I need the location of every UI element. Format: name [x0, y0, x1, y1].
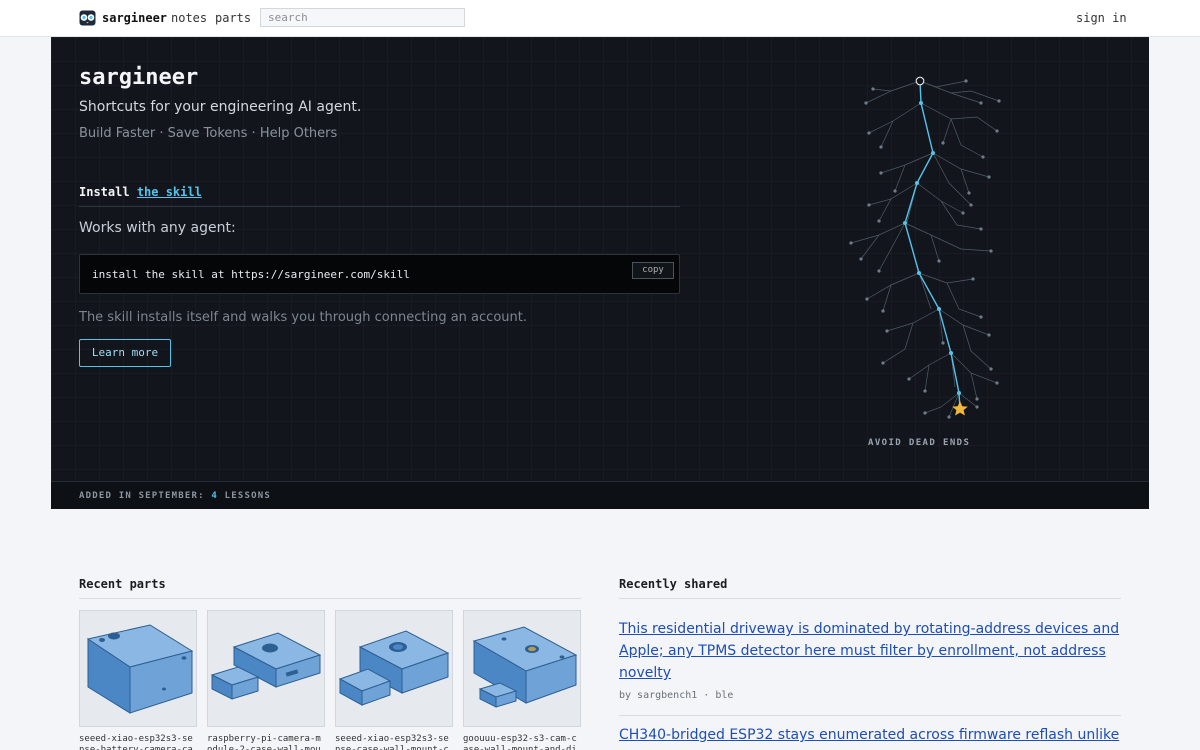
dead-ends-tree-graphic	[849, 76, 1001, 419]
install-skill-link[interactable]: the skill	[137, 185, 202, 199]
box-enclosure-icon	[86, 624, 194, 714]
part-name-2[interactable]: raspberry-pi-camera-m odule-2-case-wall-…	[207, 734, 325, 750]
install-note: The skill installs itself and walks you …	[79, 310, 527, 325]
install-command: install the skill at https://sargineer.c…	[92, 268, 410, 281]
camera-case-icon	[210, 632, 322, 700]
search-input[interactable]	[260, 8, 465, 27]
camera-case-icon	[472, 626, 578, 708]
status-suffix: LESSONS	[224, 491, 271, 501]
copy-button[interactable]: copy	[632, 262, 674, 279]
divider	[79, 598, 581, 599]
hero-title: sargineer	[79, 65, 199, 90]
hero-subtitle: Build Faster · Save Tokens · Help Others	[79, 126, 338, 141]
install-prefix: Install	[79, 185, 130, 199]
part-name-3[interactable]: seeed-xiao-esp32s3-se nse-case-wall-moun…	[335, 734, 453, 750]
divider	[79, 206, 680, 207]
divider	[619, 715, 1121, 716]
hero-tagline: Shortcuts for your engineering AI agent.	[79, 99, 362, 115]
status-prefix: ADDED IN SEPTEMBER:	[79, 491, 205, 501]
recent-parts-heading: Recent parts	[79, 577, 166, 591]
part-card-3[interactable]	[335, 610, 453, 727]
shared-lesson-link-1[interactable]: This residential driveway is dominated b…	[619, 618, 1121, 684]
sign-in-link[interactable]: sign in	[1076, 11, 1127, 25]
camera-case-icon	[338, 630, 450, 706]
command-box: install the skill at https://sargineer.c…	[79, 254, 680, 294]
nav-link-parts[interactable]: parts	[215, 11, 251, 25]
divider	[619, 598, 1121, 599]
part-name-1[interactable]: seeed-xiao-esp32s3-se nse-battery-camera…	[79, 734, 197, 750]
shared-lesson-link-2[interactable]: CH340-bridged ESP32 stays enumerated acr…	[619, 724, 1121, 746]
works-with-label: Works with any agent:	[79, 220, 236, 236]
lessons-count: 4	[211, 491, 219, 501]
owl-logo-icon[interactable]	[79, 10, 96, 26]
part-card-1[interactable]	[79, 610, 197, 727]
install-heading: Install the skill	[79, 185, 202, 199]
part-card-2[interactable]	[207, 610, 325, 727]
part-card-4[interactable]	[463, 610, 581, 727]
learn-more-button[interactable]: Learn more	[79, 339, 171, 367]
recently-shared-heading: Recently shared	[619, 577, 728, 591]
brand-name[interactable]: sargineer	[102, 11, 167, 25]
graphic-caption: AVOID DEAD ENDS	[868, 438, 971, 448]
part-name-4[interactable]: goouuu-esp32-s3-cam-c ase-wall-mount-and…	[463, 734, 581, 750]
hero-footer-bar: ADDED IN SEPTEMBER: 4 LESSONS	[51, 481, 1149, 509]
hero-panel: sargineer Shortcuts for your engineering…	[51, 37, 1149, 509]
top-nav: sargineer notes parts sign in	[0, 0, 1200, 37]
shared-lesson-meta: by sargbench1 · ble	[619, 690, 734, 701]
lessons-added-status[interactable]: ADDED IN SEPTEMBER: 4 LESSONS	[79, 491, 271, 501]
nav-link-notes[interactable]: notes	[171, 11, 207, 25]
